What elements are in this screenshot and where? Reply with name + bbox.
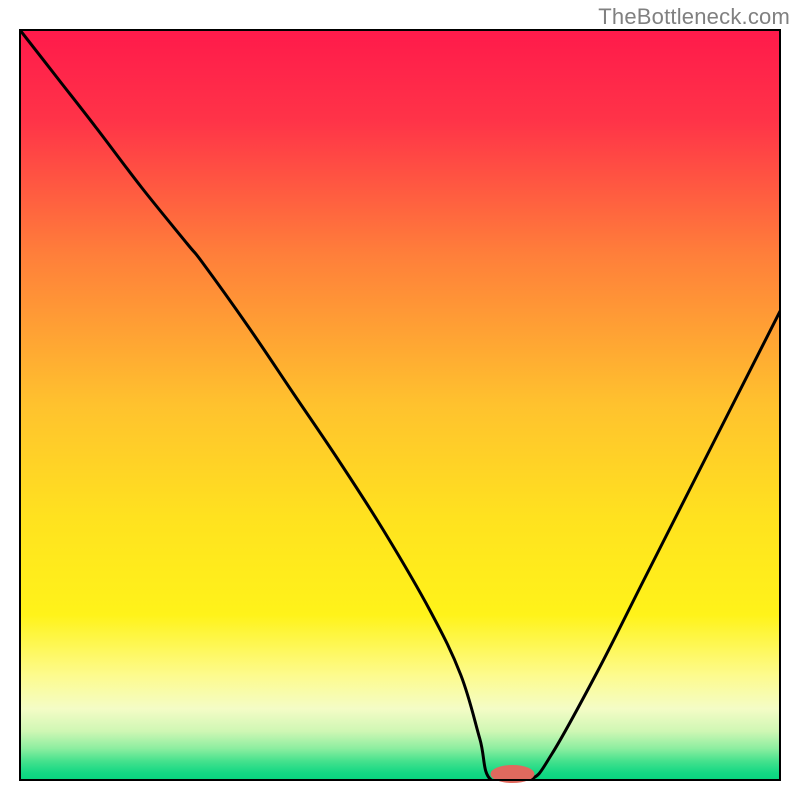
chart-stage: TheBottleneck.com [0,0,800,800]
watermark-text: TheBottleneck.com [598,4,790,30]
chart-svg [0,0,800,800]
gradient-background [20,30,780,780]
